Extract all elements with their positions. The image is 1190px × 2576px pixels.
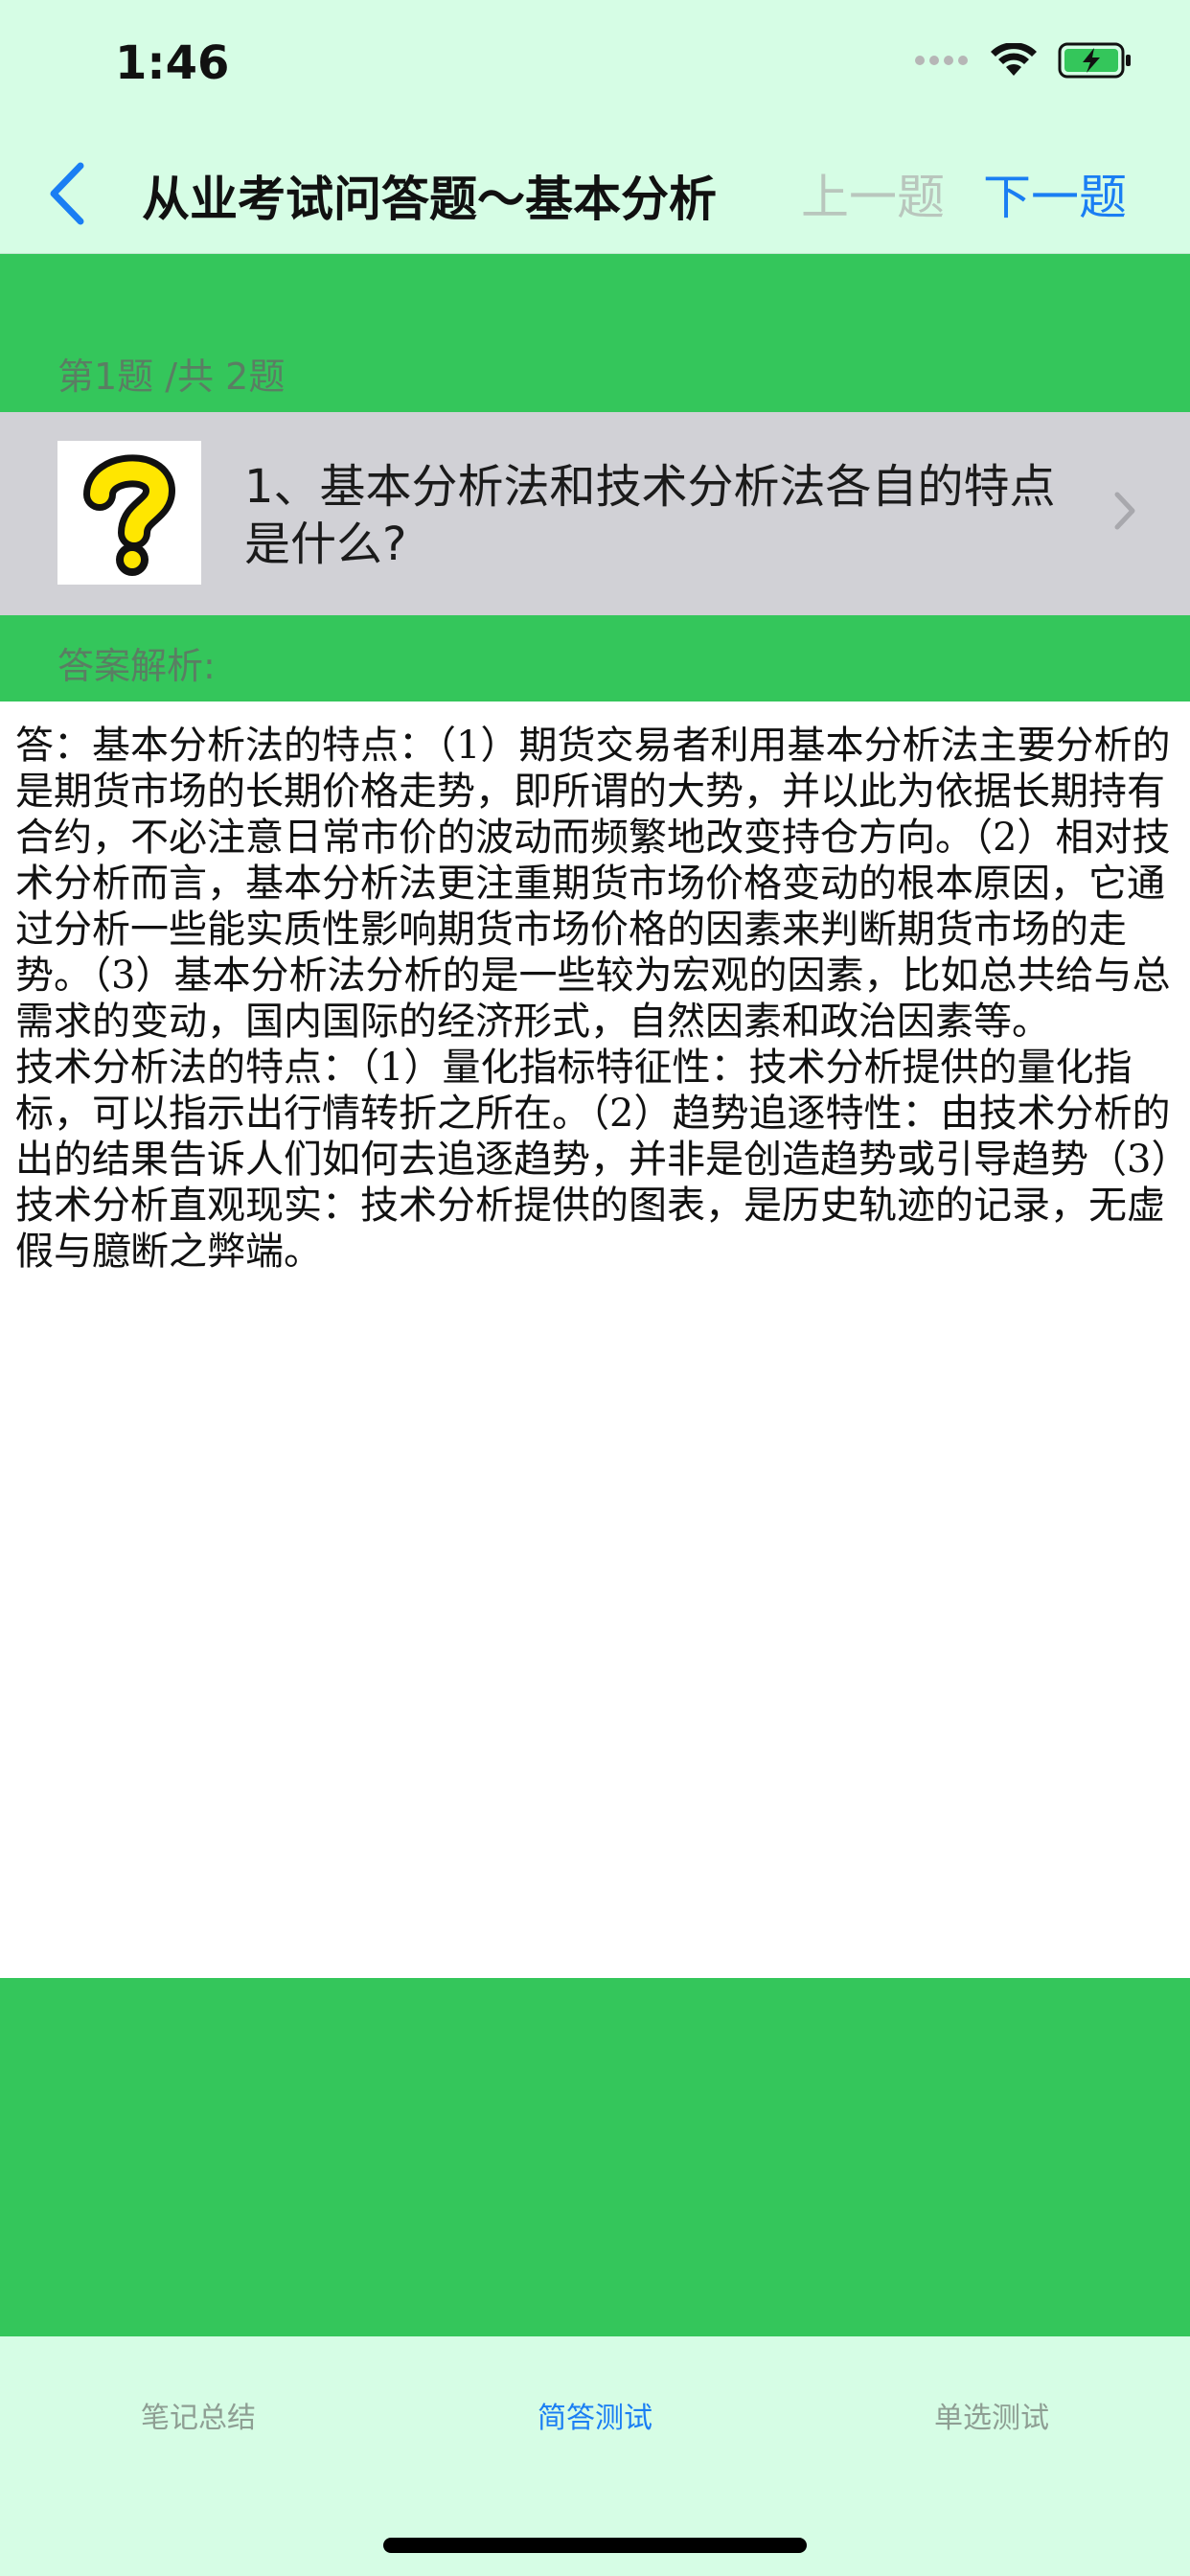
status-bar: 1:46 bbox=[0, 0, 1190, 134]
navigation-bar: 从业考试问答题～基本分析 上一题 下一题 bbox=[0, 134, 1190, 254]
next-question-button[interactable]: 下一题 bbox=[983, 159, 1127, 228]
question-text: 1、基本分析法和技术分析法各自的特点是什么? bbox=[244, 460, 1056, 571]
tab-notes-summary[interactable]: 笔记总结 bbox=[0, 2394, 397, 2436]
answer-text: 答：基本分析法的特点：（1）期货交易者利用基本分析法主要分析的是期货市场的长期价… bbox=[15, 724, 1171, 1274]
chevron-right-icon bbox=[1114, 492, 1135, 530]
back-button[interactable] bbox=[29, 155, 105, 232]
answer-area: 答：基本分析法的特点：（1）期货交易者利用基本分析法主要分析的是期货市场的长期价… bbox=[0, 702, 1190, 1978]
page-title: 从业考试问答题～基本分析 bbox=[142, 172, 717, 227]
answer-header: 答案解析: bbox=[0, 615, 1190, 702]
question-counter: 第1题 /共 2题 bbox=[57, 356, 286, 398]
battery-icon bbox=[1058, 42, 1131, 79]
tab-single-choice-test[interactable]: 单选测试 bbox=[793, 2394, 1190, 2436]
wifi-icon bbox=[991, 43, 1037, 76]
question-row[interactable]: 1、基本分析法和技术分析法各自的特点是什么? bbox=[0, 412, 1190, 615]
answer-label: 答案解析: bbox=[57, 645, 216, 687]
previous-question-button[interactable]: 上一题 bbox=[801, 159, 945, 228]
home-indicator bbox=[383, 2538, 807, 2553]
status-icons bbox=[914, 42, 1133, 79]
footer-banner bbox=[0, 1978, 1190, 2336]
signal-icon bbox=[915, 56, 968, 65]
back-chevron-icon bbox=[50, 162, 84, 225]
status-time: 1:46 bbox=[115, 36, 230, 90]
tab-short-answer-test[interactable]: 简答测试 bbox=[397, 2394, 793, 2436]
question-mark-icon bbox=[57, 441, 201, 585]
